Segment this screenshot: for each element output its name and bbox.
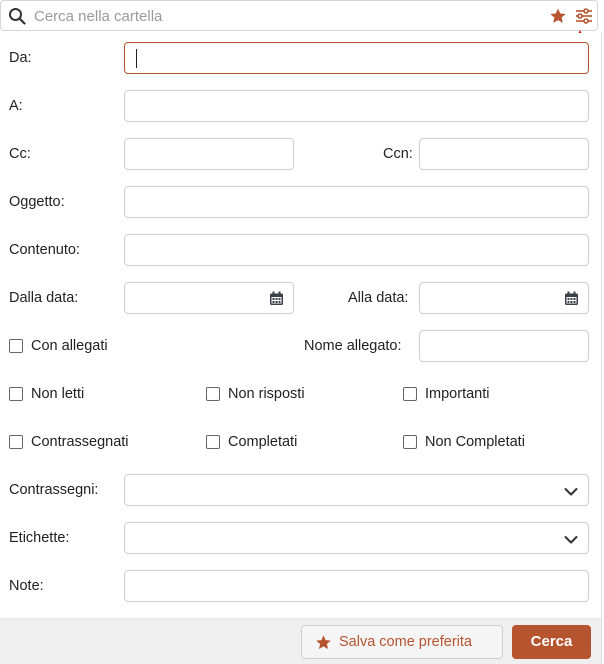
not-completed-checkbox[interactable] xyxy=(403,435,417,449)
notes-label: Note: xyxy=(9,578,44,594)
attachments-label: Con allegati xyxy=(31,338,108,354)
sliders-icon[interactable] xyxy=(575,7,593,25)
unanswered-checkbox[interactable] xyxy=(206,387,220,401)
chevron-down-icon xyxy=(564,533,578,544)
to-label: A: xyxy=(9,98,23,114)
unread-checkbox[interactable] xyxy=(9,387,23,401)
flagged-checkbox[interactable] xyxy=(9,435,23,449)
cc-field[interactable] xyxy=(124,138,294,170)
date-to-label: Alla data: xyxy=(348,290,409,306)
flagged-label: Contrassegnati xyxy=(31,434,129,450)
to-field[interactable] xyxy=(124,90,589,122)
flags-select[interactable] xyxy=(124,474,589,506)
subject-label: Oggetto: xyxy=(9,194,65,210)
tags-select[interactable] xyxy=(124,522,589,554)
text-caret xyxy=(136,49,137,68)
date-to-field[interactable] xyxy=(419,282,589,314)
date-from-label: Dalla data: xyxy=(9,290,79,306)
completed-checkbox[interactable] xyxy=(206,435,220,449)
star-icon xyxy=(315,634,332,651)
bcc-field[interactable] xyxy=(419,138,589,170)
tags-label: Etichette: xyxy=(9,530,70,546)
attachments-checkbox[interactable] xyxy=(9,339,23,353)
not-completed-label: Non Completati xyxy=(425,434,525,450)
important-checkbox[interactable] xyxy=(403,387,417,401)
search-icon xyxy=(8,7,26,25)
chevron-down-icon xyxy=(564,485,578,496)
calendar-icon[interactable] xyxy=(269,291,284,306)
bcc-label: Ccn: xyxy=(383,146,413,162)
important-label: Importanti xyxy=(425,386,490,402)
unread-label: Non letti xyxy=(31,386,85,402)
save-favorite-button[interactable]: Salva come preferita xyxy=(301,625,503,659)
search-bar xyxy=(0,0,598,31)
footer-bar: Salva come preferita Cerca xyxy=(0,618,601,664)
from-label: Da: xyxy=(9,50,32,66)
star-icon[interactable] xyxy=(549,7,567,25)
advanced-search-panel: Da: A: Cc: Ccn: Oggetto: Contenuto: Dall… xyxy=(0,33,602,663)
content-label: Contenuto: xyxy=(9,242,80,258)
from-field[interactable] xyxy=(124,42,589,74)
date-from-field[interactable] xyxy=(124,282,294,314)
save-favorite-label: Salva come preferita xyxy=(339,634,472,650)
flags-label: Contrassegni: xyxy=(9,482,99,498)
attachment-name-field[interactable] xyxy=(419,330,589,362)
cc-label: Cc: xyxy=(9,146,31,162)
calendar-icon[interactable] xyxy=(564,291,579,306)
search-button[interactable]: Cerca xyxy=(512,625,591,659)
search-input[interactable] xyxy=(34,5,534,27)
notes-field[interactable] xyxy=(124,570,589,602)
attachment-name-label: Nome allegato: xyxy=(304,338,402,354)
content-field[interactable] xyxy=(124,234,589,266)
subject-field[interactable] xyxy=(124,186,589,218)
completed-label: Completati xyxy=(228,434,298,450)
unanswered-label: Non risposti xyxy=(228,386,305,402)
